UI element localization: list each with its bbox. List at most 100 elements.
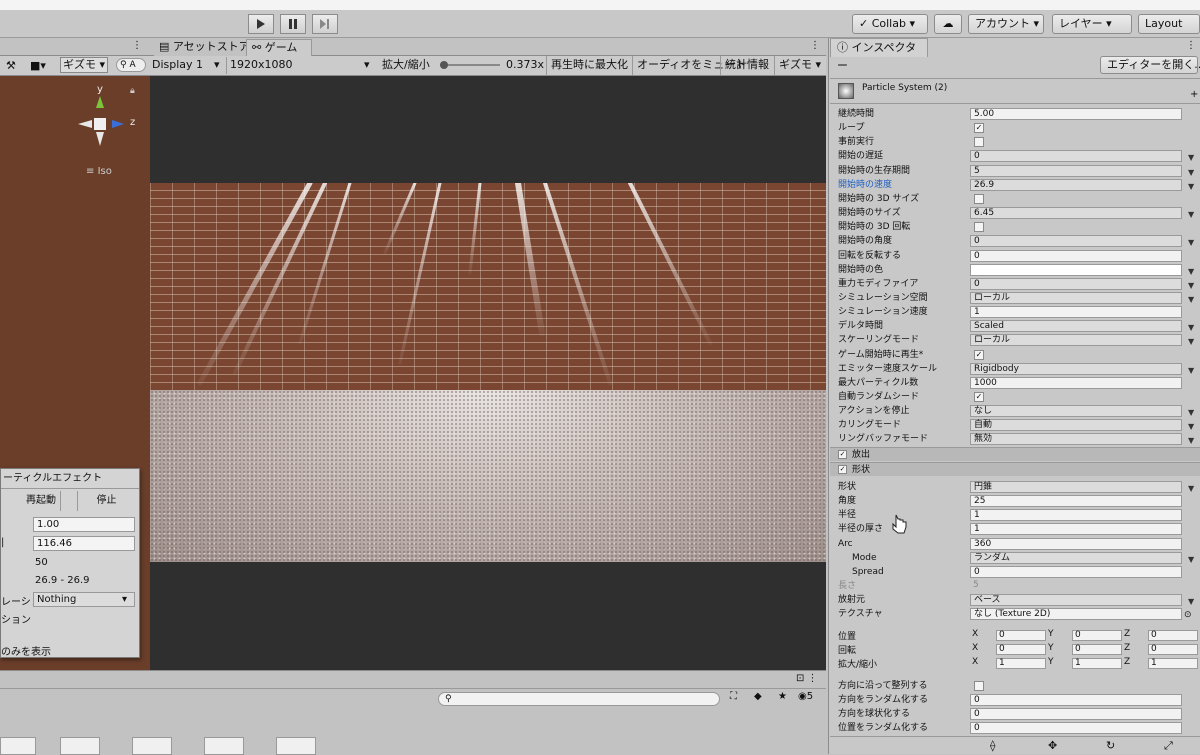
panel-menu-icon-game[interactable]: ⋮	[810, 40, 820, 51]
property-field[interactable]: 1	[970, 306, 1182, 319]
hidden-count[interactable]: ◉5	[798, 691, 813, 702]
property-dropdown[interactable]: ローカル	[970, 334, 1182, 347]
emission-section[interactable]: ✓ 放出	[830, 447, 1200, 461]
move-icon[interactable]: ✥	[1048, 739, 1057, 752]
tab-game[interactable]: ⚯ ゲーム	[246, 39, 312, 57]
property-dropdown[interactable]: ローカル	[970, 291, 1182, 304]
label-icon[interactable]: ◆	[754, 691, 762, 702]
step-button[interactable]	[312, 14, 338, 34]
transform-x-field[interactable]: 0	[996, 644, 1046, 655]
inspector-menu-icon[interactable]: ⋮	[1186, 40, 1196, 51]
edit-shape-icon[interactable]: ⟠	[990, 739, 995, 752]
cloud-button[interactable]: ☁	[934, 14, 962, 34]
stats-toggle[interactable]: 統計情報	[720, 56, 773, 75]
transform-y-field[interactable]: 1	[1072, 658, 1122, 669]
property-field[interactable]: 1	[970, 509, 1182, 522]
property-field[interactable]: 360	[970, 537, 1182, 550]
transform-x-field[interactable]: 0	[996, 630, 1046, 641]
layout-dropdown[interactable]: Layout	[1138, 14, 1200, 34]
property-dropdown[interactable]: ランダム	[970, 551, 1182, 564]
property-field[interactable]: 5.00	[970, 108, 1182, 120]
property-dropdown[interactable]: なし	[970, 405, 1182, 418]
property-dropdown[interactable]: 無効	[970, 433, 1182, 446]
gizmos-toggle[interactable]: ギズモ ▾	[774, 56, 825, 75]
tools-icon[interactable]: ⚒	[6, 59, 16, 72]
property-dropdown[interactable]: 0	[970, 235, 1182, 248]
transform-z-field[interactable]: 0	[1148, 644, 1198, 655]
transform-z-field[interactable]: 1	[1148, 658, 1198, 669]
pause-button[interactable]	[280, 14, 306, 34]
property-field[interactable]: 0	[970, 694, 1182, 707]
shape-checkbox[interactable]: ✓	[838, 465, 847, 474]
asset-thumb[interactable]	[276, 737, 316, 755]
tab-inspector[interactable]: ⓘ インスペクター	[830, 38, 928, 72]
project-search-input[interactable]: ⚲	[438, 692, 720, 706]
property-dropdown[interactable]: 5	[970, 164, 1182, 177]
asset-thumb[interactable]	[60, 737, 100, 755]
rotate-icon[interactable]: ↻	[1106, 739, 1115, 752]
open-editor-button[interactable]: エディターを開く...	[1100, 56, 1200, 74]
property-field[interactable]: 25	[970, 495, 1182, 508]
scale-icon[interactable]: ⤢	[1164, 739, 1173, 753]
property-field[interactable]: 0	[970, 565, 1182, 578]
account-dropdown[interactable]: アカウント ▾	[968, 14, 1044, 34]
maximize-on-play-toggle[interactable]: 再生時に最大化	[546, 56, 632, 75]
property-field[interactable]: 0	[970, 249, 1182, 262]
property-field[interactable]: 0	[970, 722, 1182, 735]
iso-label[interactable]: ≡ Iso	[86, 166, 112, 177]
emission-checkbox[interactable]: ✓	[838, 450, 847, 459]
property-field[interactable]	[970, 263, 1182, 276]
property-checkbox[interactable]: ✓	[974, 123, 984, 134]
filter-type-icon[interactable]: ⛶	[730, 691, 737, 702]
show-selected-label[interactable]: のみを表示	[1, 643, 51, 658]
transform-y-field[interactable]: 0	[1072, 630, 1122, 641]
playback-speed-field[interactable]: 1.00	[33, 517, 135, 532]
star-icon[interactable]: ★	[778, 691, 787, 702]
camera-icon[interactable]: ■▾	[30, 59, 46, 72]
lock-icon-bottom[interactable]: ⊡ ⋮	[796, 673, 818, 684]
scale-slider[interactable]	[440, 61, 500, 69]
tab-asset-store[interactable]: ▤ アセットストア	[154, 39, 255, 56]
property-checkbox[interactable]: ✓	[974, 349, 984, 360]
property-dropdown[interactable]: Rigidbody	[970, 362, 1182, 375]
property-dropdown[interactable]: 円錐	[970, 481, 1182, 493]
property-checkbox[interactable]: ✓	[974, 392, 984, 402]
object-picker-icon[interactable]: ⊙	[1184, 610, 1192, 620]
property-dropdown[interactable]: 26.9	[970, 178, 1182, 191]
asset-thumb[interactable]	[132, 737, 172, 755]
layers-dropdown[interactable]: レイヤー ▾	[1052, 14, 1132, 34]
transform-z-field[interactable]: 0	[1148, 630, 1198, 641]
property-checkbox[interactable]	[974, 681, 984, 691]
property-field[interactable]: 0	[970, 708, 1182, 721]
property-dropdown[interactable]: 6.45	[970, 207, 1182, 220]
asset-thumb[interactable]	[0, 737, 36, 755]
property-field[interactable]: なし (Texture 2D)	[970, 608, 1182, 621]
lock-icon[interactable]: 🔒︎	[130, 86, 135, 96]
simulate-layers-dropdown[interactable]: Nothing ▾	[33, 592, 135, 607]
property-dropdown[interactable]: 0	[970, 150, 1182, 163]
transform-y-field[interactable]: 0	[1072, 644, 1122, 655]
property-dropdown[interactable]: Scaled	[970, 320, 1182, 333]
shape-section[interactable]: ✓ 形状	[830, 462, 1200, 476]
scene-search[interactable]: ⚲ A	[116, 58, 146, 72]
property-field[interactable]: 1000	[970, 376, 1182, 389]
playback-time-field[interactable]: 116.46	[33, 536, 135, 551]
scene-gizmo[interactable]: y z 🔒︎	[70, 84, 140, 154]
property-checkbox[interactable]	[974, 137, 984, 148]
transform-x-field[interactable]: 1	[996, 658, 1046, 669]
add-icon[interactable]: +	[1190, 89, 1198, 100]
property-checkbox[interactable]	[974, 193, 984, 204]
play-button[interactable]	[248, 14, 274, 34]
property-dropdown[interactable]: 自動	[970, 419, 1182, 432]
resolution-dropdown[interactable]: 1920x1080 ▾	[226, 57, 374, 74]
property-dropdown[interactable]: 0	[970, 277, 1182, 290]
property-dropdown[interactable]: ベース	[970, 594, 1182, 607]
panel-menu-icon[interactable]: ⋮	[132, 40, 142, 51]
stop-button[interactable]: 停止	[77, 491, 135, 511]
restart-button[interactable]: 再起動	[11, 491, 71, 511]
asset-thumb[interactable]	[204, 737, 244, 755]
collab-button[interactable]: ✓ Collab ▾	[852, 14, 928, 34]
display-dropdown[interactable]: Display 1 ▾	[152, 57, 224, 74]
property-checkbox[interactable]	[974, 222, 984, 233]
property-field[interactable]: 1	[970, 523, 1182, 536]
